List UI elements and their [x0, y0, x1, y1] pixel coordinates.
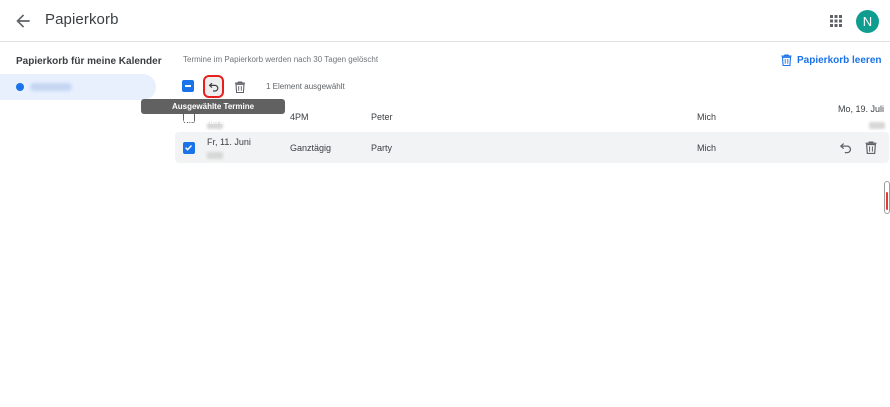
apps-grid-icon [830, 15, 842, 27]
event-time: Ganztägig [290, 143, 332, 153]
back-button[interactable] [13, 11, 33, 31]
restore-selected-button[interactable] [203, 75, 224, 98]
row-delete-button[interactable] [865, 141, 879, 155]
page-title: Papierkorb [45, 11, 119, 28]
select-all-checkbox[interactable] [182, 80, 194, 92]
top-bar: Papierkorb N [0, 0, 890, 42]
trash-icon [235, 81, 245, 94]
event-title: Peter [371, 112, 393, 122]
sidebar-title: Papierkorb für meine Kalender [16, 56, 162, 67]
apps-button[interactable] [827, 12, 845, 30]
table-row[interactable]: Fr, 11. Juni Ganztägig Party Mich [175, 132, 889, 163]
sidebar-item-calendar[interactable] [0, 74, 156, 100]
avatar[interactable]: N [856, 10, 879, 33]
trash-icon [781, 54, 792, 66]
vertical-scrollbar[interactable] [884, 181, 890, 214]
empty-trash-button[interactable]: Papierkorb leeren [781, 53, 881, 67]
event-organizer: Mich [697, 112, 717, 122]
restore-icon [208, 82, 219, 92]
calendar-name-redacted [30, 83, 72, 91]
deleted-date: Mo, 19. Juli [838, 104, 885, 114]
event-date: Fr, 11. Juni [207, 137, 251, 147]
empty-trash-label: Papierkorb leeren [797, 54, 882, 66]
redacted-date-detail [207, 152, 223, 159]
delete-forever-button[interactable] [234, 80, 246, 94]
row-restore-button[interactable] [839, 141, 853, 155]
arrow-left-icon [16, 14, 30, 28]
event-title: Party [371, 143, 393, 153]
checkmark-icon [185, 145, 192, 151]
calendar-color-dot [16, 83, 24, 91]
event-time: 4PM [290, 112, 309, 122]
restore-icon [839, 143, 851, 154]
event-organizer: Mich [697, 143, 717, 153]
trash-icon [865, 141, 877, 155]
selection-count: 1 Element ausgewählt [266, 82, 345, 91]
restore-tooltip: Ausgewählte Termine wiederherstellen [141, 99, 285, 126]
redacted-deleted-detail [869, 122, 885, 129]
retention-notice: Termine im Papierkorb werden nach 30 Tag… [183, 55, 379, 64]
row-checkbox-checked[interactable] [183, 142, 195, 154]
